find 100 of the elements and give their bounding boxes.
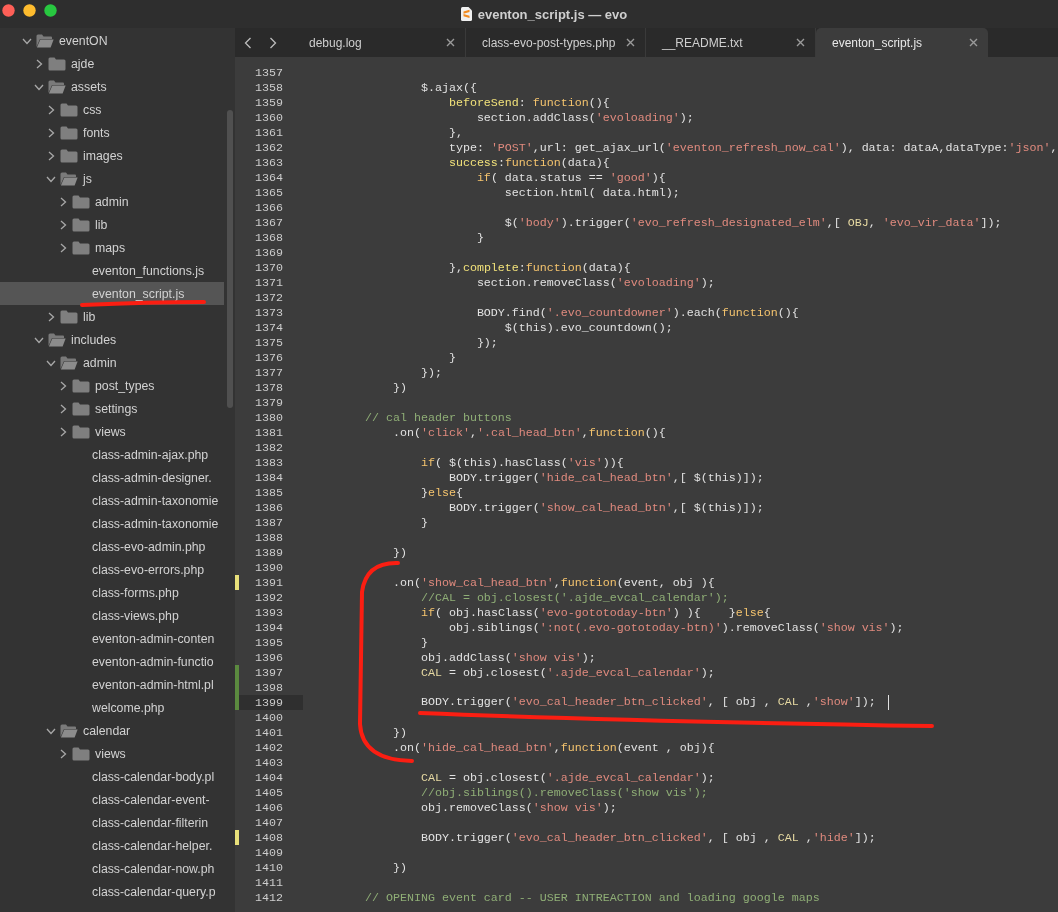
chevron-right-icon[interactable]: [58, 219, 68, 230]
file-item[interactable]: class-admin-taxonomie: [0, 512, 224, 535]
chevron-right-icon[interactable]: [58, 426, 68, 437]
line-number: 1375: [254, 335, 283, 350]
folder-open-icon: [60, 171, 78, 186]
code-line: },: [447, 125, 463, 140]
folder-item[interactable]: maps: [0, 236, 224, 259]
folder-item[interactable]: lib: [0, 305, 224, 328]
file-item[interactable]: class-views.php: [0, 604, 224, 627]
line-number: 1410: [254, 860, 283, 875]
file-item[interactable]: class-calendar-query.p: [0, 880, 224, 903]
close-icon[interactable]: [796, 38, 805, 47]
file-item[interactable]: class-admin-ajax.php: [0, 443, 224, 466]
folder-item[interactable]: admin: [0, 351, 224, 374]
folder-item[interactable]: images: [0, 144, 224, 167]
close-icon[interactable]: [446, 38, 455, 47]
code-line: .on('show_cal_head_btn',function(event, obj ){: [391, 575, 715, 590]
chevron-right-icon[interactable]: [58, 403, 68, 414]
folder-open-icon: [48, 79, 66, 94]
file-item[interactable]: class-forms.php: [0, 581, 224, 604]
line-number: 1363: [254, 155, 283, 170]
minimize-button[interactable]: [23, 4, 36, 17]
file-item[interactable]: eventon-admin-conten: [0, 627, 224, 650]
folder-icon: [72, 240, 90, 255]
code-comment: // OPENING event card -- USER INTREACTION and loading google maps: [363, 890, 820, 905]
line-number: 1388: [254, 530, 283, 545]
chevron-right-icon[interactable]: [58, 748, 68, 759]
line-number: 1381: [254, 425, 283, 440]
folder-item[interactable]: ajde: [0, 52, 224, 75]
forward-icon[interactable]: [269, 36, 277, 49]
code-line: }): [391, 860, 407, 875]
folder-item[interactable]: settings: [0, 397, 224, 420]
folder-item[interactable]: includes: [0, 328, 224, 351]
line-number: 1400: [254, 710, 283, 725]
file-item[interactable]: class-evo-errors.php: [0, 558, 224, 581]
code-line: }): [391, 725, 407, 740]
folder-item[interactable]: post_types: [0, 374, 224, 397]
line-number: 1357: [254, 65, 283, 80]
folder-item[interactable]: views: [0, 742, 224, 765]
close-icon[interactable]: [969, 38, 978, 47]
file-item[interactable]: welcome.php: [0, 696, 224, 719]
code-line: }: [475, 230, 484, 245]
file-item[interactable]: eventon_functions.js: [0, 259, 224, 282]
file-item[interactable]: class-admin-designer.: [0, 466, 224, 489]
line-number: 1390: [254, 560, 283, 575]
folder-item[interactable]: fonts: [0, 121, 224, 144]
folder-item[interactable]: lib: [0, 213, 224, 236]
text-cursor: [887, 695, 889, 710]
folder-icon: [60, 309, 78, 324]
line-number: 1407: [254, 815, 283, 830]
chevron-right-icon[interactable]: [58, 242, 68, 253]
line-number: 1406: [254, 800, 283, 815]
code-line: $.ajax({: [419, 80, 477, 95]
file-item[interactable]: class-evo-admin.php: [0, 535, 224, 558]
file-item[interactable]: class-calendar-now.ph: [0, 857, 224, 880]
chevron-right-icon[interactable]: [46, 311, 56, 322]
close-icon[interactable]: [626, 38, 635, 47]
file-item[interactable]: class-calendar-filterin: [0, 811, 224, 834]
file-item[interactable]: class-calendar-body.pl: [0, 765, 224, 788]
folder-item[interactable]: css: [0, 98, 224, 121]
file-item[interactable]: class-admin-taxonomie: [0, 489, 224, 512]
code-line: BODY.trigger('show_cal_head_btn',[ $(this)]);: [447, 500, 764, 515]
line-number: 1372: [254, 290, 283, 305]
line-number: 1401: [254, 725, 283, 740]
chevron-right-icon[interactable]: [46, 104, 56, 115]
line-number: 1412: [254, 890, 283, 905]
zoom-button[interactable]: [44, 4, 57, 17]
code-line: obj.removeClass('show vis');: [419, 800, 617, 815]
file-item[interactable]: eventon-admin-html.pl: [0, 673, 224, 696]
chevron-right-icon[interactable]: [58, 380, 68, 391]
chevron-right-icon[interactable]: [46, 127, 56, 138]
folder-item[interactable]: calendar: [0, 719, 224, 742]
tab[interactable]: eventon_script.js: [816, 28, 988, 57]
folder-item[interactable]: js: [0, 167, 224, 190]
chevron-right-icon[interactable]: [58, 196, 68, 207]
chevron-right-icon[interactable]: [46, 150, 56, 161]
close-button[interactable]: [2, 4, 15, 17]
line-number: 1397: [254, 665, 283, 680]
back-icon[interactable]: [244, 36, 252, 49]
code-line: if( obj.hasClass('evo-gototoday-btn') ){ }else{: [419, 605, 771, 620]
file-item[interactable]: class-calendar-helper.: [0, 834, 224, 857]
folder-item[interactable]: assets: [0, 75, 224, 98]
file-item[interactable]: eventon-admin-functio: [0, 650, 224, 673]
folder-icon: [60, 102, 78, 117]
code-line: if( data.status == 'good'){: [475, 170, 666, 185]
line-number: 1411: [254, 875, 283, 890]
code-line: });: [419, 365, 442, 380]
folder-icon: [60, 125, 78, 140]
folder-item[interactable]: views: [0, 420, 224, 443]
scrollbar-thumb[interactable]: [226, 110, 233, 408]
folder-item[interactable]: eventON: [0, 29, 224, 52]
chevron-right-icon[interactable]: [34, 58, 44, 69]
folder-item[interactable]: admin: [0, 190, 224, 213]
folder-icon: [72, 378, 90, 393]
line-number: 1382: [254, 440, 283, 455]
code-line: section.addClass('evoloading');: [475, 110, 694, 125]
line-number: 1402: [254, 740, 283, 755]
file-item[interactable]: class-calendar-event-: [0, 788, 224, 811]
file-item[interactable]: eventon_script.js: [0, 282, 224, 305]
code-line: BODY.trigger('evo_cal_header_btn_clicked', [ obj , CAL ,'show']);: [419, 695, 876, 710]
